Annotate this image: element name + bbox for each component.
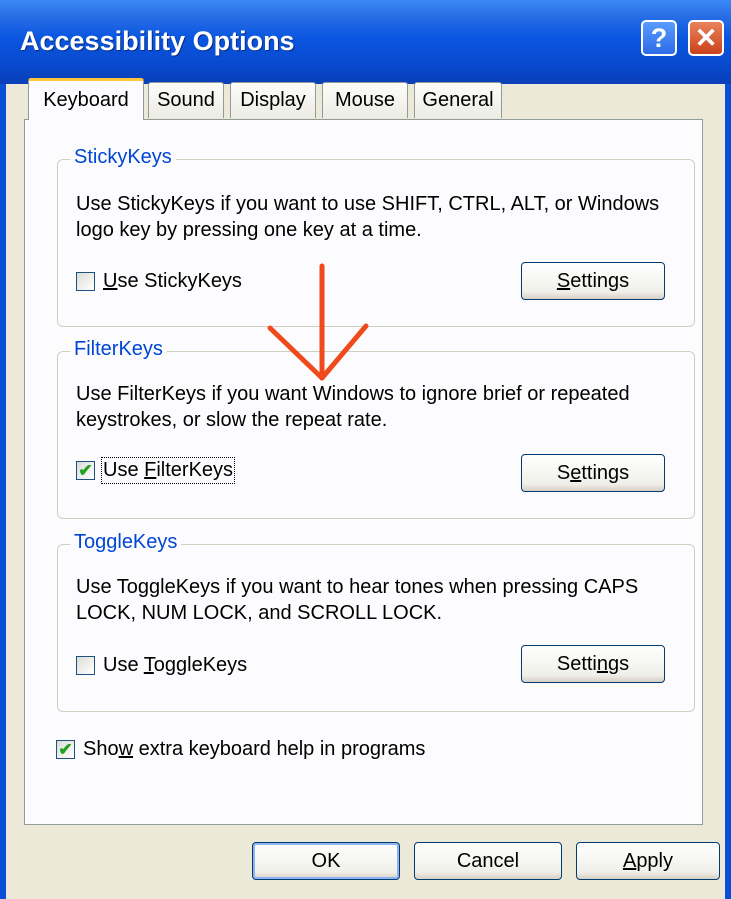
title-bar[interactable]: Accessibility Options ? ✕: [0, 0, 731, 85]
use-filterkeys-label: Use FilterKeys: [100, 457, 236, 484]
tab-keyboard[interactable]: Keyboard: [28, 78, 144, 120]
tab-sound[interactable]: Sound: [148, 82, 224, 118]
ok-button-label: OK: [311, 849, 341, 872]
togglekeys-group: [57, 544, 695, 712]
ok-button[interactable]: OK: [252, 842, 400, 880]
tab-label: Mouse: [334, 89, 396, 111]
show-extra-help-checkbox[interactable]: ✔ Show extra keyboard help in programs: [56, 738, 425, 761]
extra-help-checkbox-box[interactable]: ✔: [56, 740, 75, 759]
checkmark-icon: ✔: [58, 740, 73, 759]
filterkeys-checkbox-box[interactable]: ✔: [76, 461, 95, 480]
cancel-button-label: Cancel: [456, 849, 520, 872]
tab-display[interactable]: Display: [230, 82, 316, 118]
checkmark-icon: ✔: [78, 461, 93, 480]
apply-button-label: Apply: [622, 849, 674, 872]
tab-label: Keyboard: [43, 89, 129, 111]
cancel-button[interactable]: Cancel: [414, 842, 562, 880]
tab-mouse[interactable]: Mouse: [322, 82, 408, 118]
use-stickykeys-label: Use StickyKeys: [103, 270, 242, 292]
togglekeys-description: Use ToggleKeys if you want to hear tones…: [76, 576, 639, 624]
tab-label: Display: [240, 89, 306, 111]
tab-label: Sound: [157, 89, 215, 111]
filterkeys-description: Use FilterKeys if you want Windows to ig…: [76, 383, 630, 431]
stickykeys-description: Use StickyKeys if you want to use SHIFT,…: [76, 193, 660, 241]
togglekeys-settings-button[interactable]: Settings: [521, 645, 665, 683]
help-icon: ?: [650, 22, 668, 53]
stickykeys-group: [57, 159, 695, 327]
stickykeys-settings-button[interactable]: Settings: [521, 262, 665, 300]
window-title: Accessibility Options: [20, 26, 295, 56]
stickykeys-group-title: StickyKeys: [70, 146, 176, 169]
help-button[interactable]: ?: [641, 20, 677, 56]
close-button[interactable]: ✕: [688, 20, 724, 56]
settings-button-label: Settings: [556, 461, 630, 484]
use-togglekeys-checkbox[interactable]: Use ToggleKeys: [76, 654, 247, 677]
stickykeys-checkbox-box[interactable]: [76, 272, 95, 291]
use-filterkeys-checkbox[interactable]: ✔ Use FilterKeys: [76, 457, 236, 484]
togglekeys-checkbox-box[interactable]: [76, 656, 95, 675]
use-stickykeys-checkbox[interactable]: Use StickyKeys: [76, 270, 242, 293]
show-extra-help-label: Show extra keyboard help in programs: [83, 738, 426, 760]
tab-label: General: [422, 89, 494, 111]
use-togglekeys-label: Use ToggleKeys: [103, 654, 248, 676]
filterkeys-group: [57, 351, 695, 519]
filterkeys-settings-button[interactable]: Settings: [521, 454, 665, 492]
apply-button[interactable]: Apply: [576, 842, 720, 880]
close-icon: ✕: [694, 22, 718, 53]
filterkeys-group-title: FilterKeys: [70, 338, 167, 361]
tab-general[interactable]: General: [414, 82, 502, 118]
settings-button-label: Settings: [556, 652, 630, 675]
settings-button-label: Settings: [556, 269, 630, 292]
togglekeys-group-title: ToggleKeys: [70, 531, 182, 554]
